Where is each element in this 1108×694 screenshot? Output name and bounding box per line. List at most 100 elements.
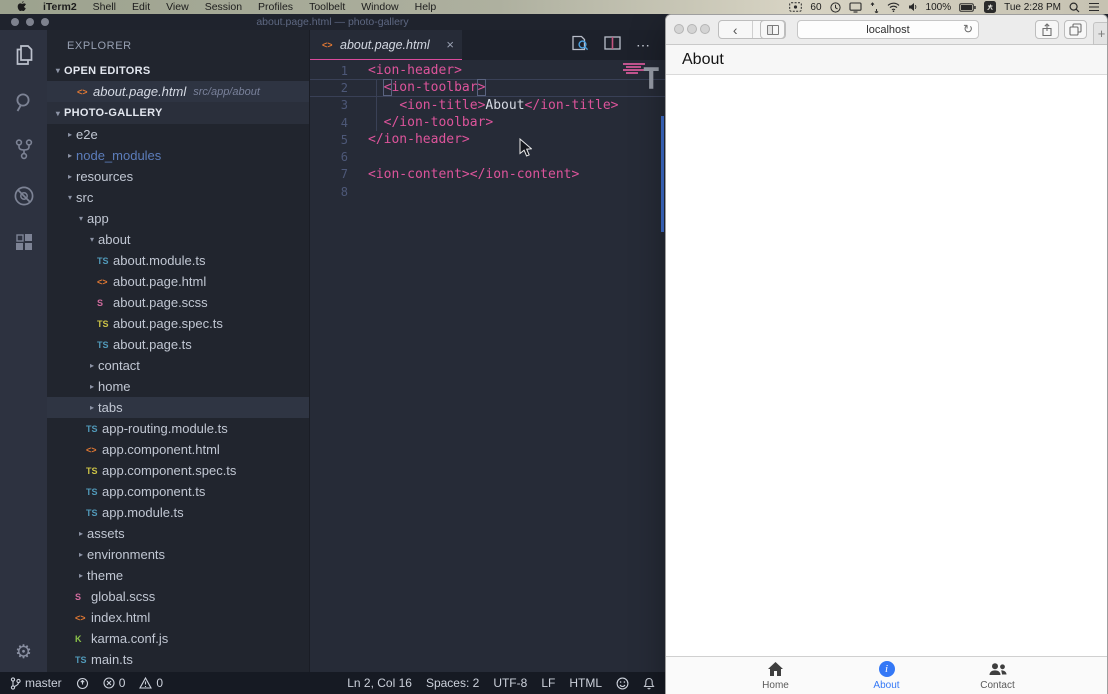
cursor-position[interactable]: Ln 2, Col 16 — [347, 676, 412, 690]
code-line-8[interactable]: 8 — [310, 183, 665, 200]
open-editors-header[interactable]: ▾ OPEN EDITORS — [47, 60, 309, 81]
git-branch[interactable]: master — [10, 676, 62, 690]
tree-file-about.page.spec.ts[interactable]: TSabout.page.spec.ts — [47, 313, 309, 334]
tree-folder-resources[interactable]: ▸resources — [47, 166, 309, 187]
menu-item-profiles[interactable]: Profiles — [250, 1, 301, 13]
tree-folder-about[interactable]: ▾about — [47, 229, 309, 250]
tree-folder-node_modules[interactable]: ▸node_modules — [47, 145, 309, 166]
menu-item-shell[interactable]: Shell — [85, 1, 124, 13]
code-line-3[interactable]: 3 <ion-title>About</ion-title> — [310, 97, 665, 114]
input-source-icon[interactable] — [984, 1, 996, 13]
tree-folder-app[interactable]: ▾app — [47, 208, 309, 229]
notification-center-icon[interactable] — [1088, 2, 1100, 12]
language-mode[interactable]: HTML — [569, 676, 602, 690]
code-line-7[interactable]: 7<ion-content></ion-content> — [310, 166, 665, 183]
split-editor-icon[interactable] — [604, 36, 621, 55]
battery-icon[interactable] — [959, 3, 976, 12]
open-preview-search-icon[interactable] — [571, 35, 589, 56]
more-actions-icon[interactable]: ⋯ — [636, 37, 651, 54]
menu-item-window[interactable]: Window — [353, 1, 406, 13]
minimize-window-button[interactable] — [687, 24, 697, 34]
app-tab-contact[interactable]: Contact — [942, 657, 1053, 694]
share-button[interactable] — [1035, 20, 1059, 39]
warning-count[interactable]: 0 — [139, 676, 163, 690]
reload-icon[interactable]: ↻ — [963, 22, 973, 36]
code-line-5[interactable]: 5</ion-header> — [310, 131, 665, 148]
minimize-window-button[interactable] — [26, 18, 34, 26]
tree-file-app.module.ts[interactable]: TSapp.module.ts — [47, 502, 309, 523]
spotlight-icon[interactable] — [1069, 2, 1080, 13]
error-count[interactable]: 0 — [103, 676, 126, 690]
tree-folder-assets[interactable]: ▸assets — [47, 523, 309, 544]
activity-extensions-icon[interactable] — [12, 231, 36, 255]
menu-item-edit[interactable]: Edit — [124, 1, 158, 13]
volume-icon[interactable] — [908, 2, 918, 12]
activity-search-icon[interactable] — [12, 90, 36, 114]
menu-item-session[interactable]: Session — [197, 1, 250, 13]
menu-item-view[interactable]: View — [158, 1, 197, 13]
updown-arrows-icon[interactable] — [870, 2, 879, 13]
wifi-icon[interactable] — [887, 2, 900, 12]
tab-about-page-html[interactable]: <> about.page.html × — [310, 30, 462, 60]
tree-folder-src[interactable]: ▾src — [47, 187, 309, 208]
open-editor-item[interactable]: <> about.page.html src/app/about — [47, 81, 309, 102]
menu-item-iterm2[interactable]: iTerm2 — [35, 1, 85, 13]
zoom-window-button[interactable] — [41, 18, 49, 26]
code-line-6[interactable]: 6 — [310, 148, 665, 165]
close-window-button[interactable] — [11, 18, 19, 26]
code-line-2[interactable]: 2 <ion-toolbar> — [310, 79, 665, 96]
tree-file-global.scss[interactable]: Sglobal.scss — [47, 586, 309, 607]
tree-file-about.module.ts[interactable]: TSabout.module.ts — [47, 250, 309, 271]
new-tab-button[interactable]: + — [1093, 22, 1108, 45]
address-bar[interactable]: localhost ↻ — [797, 20, 979, 39]
eol-sequence[interactable]: LF — [541, 676, 555, 690]
app-tab-home[interactable]: Home — [720, 657, 831, 694]
tree-file-app-routing.module.ts[interactable]: TSapp-routing.module.ts — [47, 418, 309, 439]
tree-folder-e2e[interactable]: ▸e2e — [47, 124, 309, 145]
activity-debug-icon[interactable] — [12, 184, 36, 208]
code-editor[interactable]: 1<ion-header>2 <ion-toolbar>3 <ion-title… — [310, 60, 665, 672]
tree-file-app.component.html[interactable]: <>app.component.html — [47, 439, 309, 460]
tab-overview-button[interactable] — [1064, 20, 1087, 39]
tree-file-about.page.scss[interactable]: Sabout.page.scss — [47, 292, 309, 313]
sync[interactable] — [76, 677, 89, 690]
tree-file-app.component.ts[interactable]: TSapp.component.ts — [47, 481, 309, 502]
tree-folder-theme[interactable]: ▸theme — [47, 565, 309, 586]
display-icon[interactable] — [849, 2, 862, 13]
notifications[interactable] — [643, 677, 655, 690]
zoom-window-button[interactable] — [700, 24, 710, 34]
scrollbar[interactable] — [661, 116, 664, 232]
battery-percent[interactable]: 100% — [926, 2, 952, 13]
clock-icon[interactable] — [830, 2, 841, 13]
tree-file-karma.conf.js[interactable]: Kkarma.conf.js — [47, 628, 309, 649]
code-line-4[interactable]: 4 </ion-toolbar> — [310, 114, 665, 131]
tree-file-main.ts[interactable]: TSmain.ts — [47, 649, 309, 670]
tree-file-about.page.ts[interactable]: TSabout.page.ts — [47, 334, 309, 355]
indentation[interactable]: Spaces: 2 — [426, 676, 479, 690]
screen-record-icon[interactable] — [789, 2, 802, 12]
feedback[interactable] — [616, 677, 629, 690]
fps-meter[interactable]: 60 — [810, 2, 821, 13]
tree-folder-tabs[interactable]: ▸tabs — [47, 397, 309, 418]
activity-files-icon[interactable] — [12, 43, 36, 67]
app-tab-about[interactable]: iAbout — [831, 657, 942, 694]
tree-file-index.html[interactable]: <>index.html — [47, 607, 309, 628]
close-tab-icon[interactable]: × — [446, 37, 454, 52]
menu-item-help[interactable]: Help — [407, 1, 445, 13]
tree-file-app.component.spec.ts[interactable]: TSapp.component.spec.ts — [47, 460, 309, 481]
code-line-1[interactable]: 1<ion-header> — [310, 62, 665, 79]
tree-folder-environments[interactable]: ▸environments — [47, 544, 309, 565]
settings-gear-icon[interactable]: ⚙ — [15, 641, 32, 664]
encoding[interactable]: UTF-8 — [493, 676, 527, 690]
menubar-clock[interactable]: Tue 2:28 PM — [1004, 2, 1061, 13]
tree-folder-home[interactable]: ▸home — [47, 376, 309, 397]
tree-folder-contact[interactable]: ▸contact — [47, 355, 309, 376]
close-window-button[interactable] — [674, 24, 684, 34]
back-button[interactable]: ‹ — [719, 21, 752, 38]
activity-source-control-icon[interactable] — [12, 137, 36, 161]
apple-menu-icon[interactable] — [8, 0, 35, 15]
sidebar-toggle-button[interactable] — [760, 20, 785, 39]
project-root-folder[interactable]: ▾ PHOTO-GALLERY — [47, 102, 309, 124]
tree-file-about.page.html[interactable]: <>about.page.html — [47, 271, 309, 292]
menu-item-toolbelt[interactable]: Toolbelt — [301, 1, 353, 13]
